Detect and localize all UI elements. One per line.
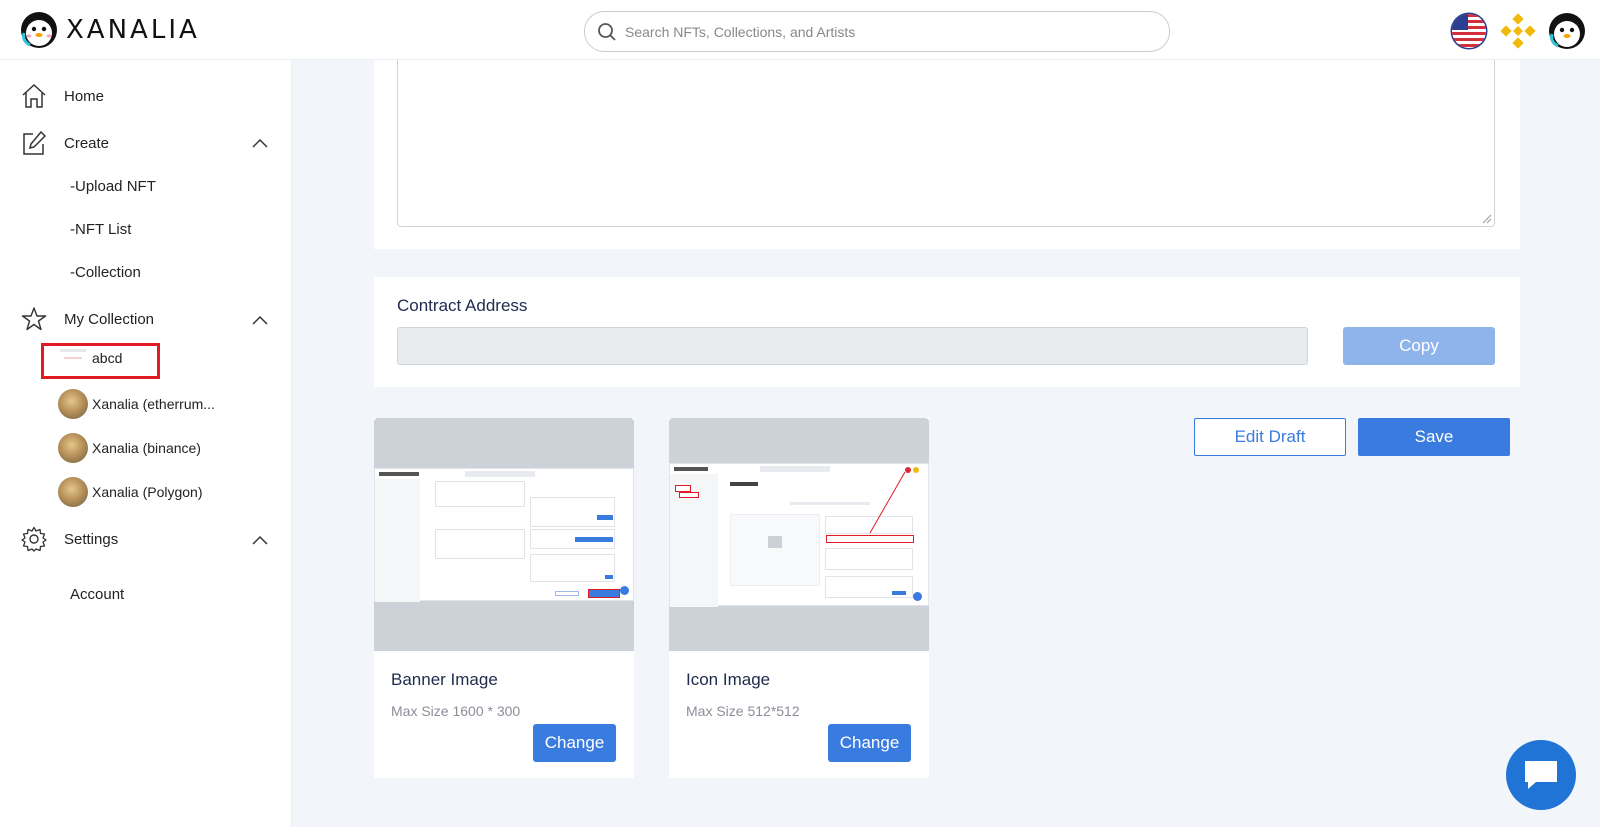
header-actions <box>1450 12 1586 50</box>
edit-icon <box>20 129 48 157</box>
contract-address-field[interactable] <box>397 327 1308 365</box>
sidebar-item-account[interactable]: Account <box>70 586 124 603</box>
banner-preview-screenshot <box>374 468 634 602</box>
collection-avatar <box>58 477 88 507</box>
sidebar-item-label: Settings <box>64 530 119 548</box>
collection-label: Xanalia (etherrum... <box>92 396 215 412</box>
sidebar-item-create[interactable]: Create <box>20 129 109 157</box>
resize-handle-icon[interactable] <box>1482 214 1492 224</box>
chevron-up-icon[interactable] <box>252 535 268 545</box>
sidebar-item-label: My Collection <box>64 310 155 328</box>
collection-avatar <box>58 389 88 419</box>
banner-image-preview[interactable] <box>374 418 634 651</box>
sidebar-item-nft-list[interactable]: -NFT List <box>70 221 131 238</box>
sidebar-item-label: Create <box>64 134 110 152</box>
gear-icon <box>20 525 48 553</box>
logo[interactable]: XANALIA <box>20 11 200 49</box>
icon-preview-screenshot <box>669 463 929 607</box>
collection-item-etherrum[interactable]: Xanalia (etherrum... <box>58 389 215 419</box>
icon-image-title: Icon Image <box>686 670 771 689</box>
collection-item-polygon[interactable]: Xanalia (Polygon) <box>58 477 203 507</box>
chat-support-button[interactable] <box>1506 740 1576 810</box>
chevron-up-icon[interactable] <box>252 138 268 148</box>
icon-image-card: Icon Image Max Size 512*512 Change <box>669 418 929 778</box>
collection-label: Xanalia (binance) <box>92 440 201 456</box>
sidebar-item-collection[interactable]: -Collection <box>70 264 141 281</box>
banner-image-title: Banner Image <box>391 670 498 689</box>
icon-image-size: Max Size 512*512 <box>686 703 800 719</box>
sidebar-item-settings[interactable]: Settings <box>20 525 118 553</box>
search-icon <box>598 22 616 41</box>
banner-change-button[interactable]: Change <box>533 724 616 762</box>
sidebar-item-upload-nft[interactable]: -Upload NFT <box>70 178 156 195</box>
edit-draft-button[interactable]: Edit Draft <box>1194 418 1346 456</box>
banner-image-size: Max Size 1600 * 300 <box>391 703 521 719</box>
binance-icon[interactable] <box>1500 13 1536 49</box>
annotation-highlight-box <box>41 343 160 379</box>
chat-bubble-icon <box>1525 761 1557 789</box>
logo-text: XANALIA <box>66 15 200 45</box>
search-input[interactable] <box>625 23 1145 40</box>
avatar-icon[interactable] <box>1548 12 1586 50</box>
star-icon <box>20 305 48 333</box>
save-button[interactable]: Save <box>1358 418 1510 456</box>
description-textarea[interactable] <box>397 60 1495 227</box>
sidebar-item-label: Home <box>64 87 105 105</box>
sidebar-item-home[interactable]: Home <box>20 82 104 110</box>
top-header: XANALIA <box>0 0 1600 60</box>
sidebar-item-my-collection[interactable]: My Collection <box>20 305 154 333</box>
home-icon <box>20 82 48 110</box>
banner-image-card: Banner Image Max Size 1600 * 300 Change <box>374 418 634 778</box>
collection-label: Xanalia (Polygon) <box>92 484 203 500</box>
chevron-up-icon[interactable] <box>252 315 268 325</box>
us-flag-icon[interactable] <box>1450 12 1488 50</box>
sidebar: Home Create -Upload NFT -NFT List -Colle… <box>0 60 292 827</box>
collection-item-binance[interactable]: Xanalia (binance) <box>58 433 201 463</box>
penguin-logo-icon <box>21 12 57 48</box>
contract-address-label: Contract Address <box>397 296 528 315</box>
collection-avatar <box>58 433 88 463</box>
icon-image-preview[interactable] <box>669 418 929 651</box>
icon-change-button[interactable]: Change <box>828 724 911 762</box>
copy-button[interactable]: Copy <box>1343 327 1495 365</box>
search-bar[interactable] <box>584 11 1170 52</box>
